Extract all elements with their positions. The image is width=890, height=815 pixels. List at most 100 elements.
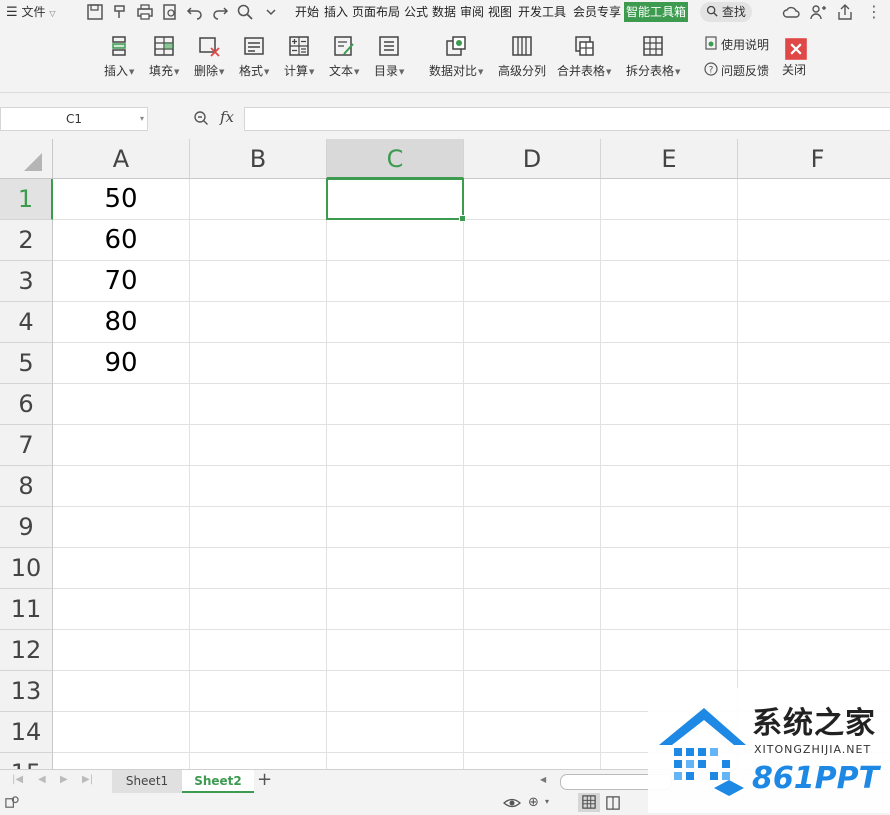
macro-record-icon[interactable] [4,795,19,814]
sheet-tab-sheet2[interactable]: Sheet2 [182,770,254,793]
active-cell-selection[interactable] [326,178,466,222]
column-header-f[interactable]: F [738,139,890,179]
cell-c4[interactable] [327,302,464,343]
cell-f7[interactable] [738,425,890,466]
chevron-down-icon[interactable]: ▾ [140,108,144,130]
cell-d7[interactable] [464,425,601,466]
column-header-a[interactable]: A [53,139,190,179]
print-preview-icon[interactable] [161,3,179,21]
fill-button[interactable]: 填充▼ [149,34,179,79]
page-layout-view-icon[interactable] [606,795,620,814]
insert-button[interactable]: 插入▼ [104,34,134,79]
cell-f9[interactable] [738,507,890,548]
delete-button[interactable]: 删除▼ [194,34,224,79]
cell-a12[interactable] [53,630,190,671]
more-options-icon[interactable]: ⋮ [866,0,882,24]
cell-f10[interactable] [738,548,890,589]
cell-a3[interactable]: 70 [53,261,190,302]
cell-e7[interactable] [601,425,738,466]
merge-table-button[interactable]: 合并表格▼ [557,34,611,79]
cell-d12[interactable] [464,630,601,671]
cell-e1[interactable] [601,179,738,220]
cell-f2[interactable] [738,220,890,261]
cell-c8[interactable] [327,466,464,507]
tab-data[interactable]: 数据 [432,2,456,22]
help-button[interactable]: 使用说明 [704,36,769,53]
cell-b10[interactable] [190,548,327,589]
cell-d9[interactable] [464,507,601,548]
cell-d13[interactable] [464,671,601,712]
cell-e4[interactable] [601,302,738,343]
cell-f12[interactable] [738,630,890,671]
row-header-9[interactable]: 9 [0,507,53,548]
feedback-button[interactable]: ? 问题反馈 [704,62,769,79]
cell-a1[interactable]: 50 [53,179,190,220]
cell-a10[interactable] [53,548,190,589]
cell-b1[interactable] [190,179,327,220]
chevron-down-icon[interactable]: ▾ [545,797,549,806]
cell-b4[interactable] [190,302,327,343]
sheet-tab-sheet1[interactable]: Sheet1 [112,770,182,793]
cell-f8[interactable] [738,466,890,507]
row-header-3[interactable]: 3 [0,261,53,302]
cell-d6[interactable] [464,384,601,425]
cell-c7[interactable] [327,425,464,466]
cell-a7[interactable] [53,425,190,466]
cell-d2[interactable] [464,220,601,261]
cell-e6[interactable] [601,384,738,425]
cell-d8[interactable] [464,466,601,507]
tab-page-layout[interactable]: 页面布局 [352,2,400,22]
print-icon[interactable] [136,3,154,21]
close-toolbox-button[interactable]: 关闭 [782,37,807,78]
locate-icon[interactable]: ⊕ [528,795,539,810]
name-box[interactable]: C1 ▾ [0,107,148,131]
tab-view[interactable]: 视图 [488,2,512,22]
row-header-4[interactable]: 4 [0,302,53,343]
cell-e2[interactable] [601,220,738,261]
row-header-12[interactable]: 12 [0,630,53,671]
cell-f4[interactable] [738,302,890,343]
calculate-button[interactable]: 计算▼ [284,34,314,79]
column-header-d[interactable]: D [464,139,601,179]
row-header-5[interactable]: 5 [0,343,53,384]
cell-d10[interactable] [464,548,601,589]
cell-e11[interactable] [601,589,738,630]
function-icon[interactable]: fx [220,108,234,126]
cell-c5[interactable] [327,343,464,384]
prev-sheet-icon[interactable]: ◀ [38,774,46,785]
spreadsheet-grid[interactable]: ABCDEF 123456789101112131415 5060708090 [0,139,890,769]
tab-insert[interactable]: 插入 [324,2,348,22]
first-sheet-icon[interactable]: |◀ [12,774,23,785]
cell-e8[interactable] [601,466,738,507]
scroll-left-icon[interactable]: ◀ [540,775,546,784]
search-box[interactable]: 查找 [700,2,752,22]
cell-a4[interactable]: 80 [53,302,190,343]
cell-d14[interactable] [464,712,601,753]
eye-protection-icon[interactable] [503,795,521,815]
save-icon[interactable] [86,3,104,21]
row-header-8[interactable]: 8 [0,466,53,507]
cell-a5[interactable]: 90 [53,343,190,384]
advanced-split-button[interactable]: 高级分列 [498,34,546,79]
cell-c6[interactable] [327,384,464,425]
cell-b12[interactable] [190,630,327,671]
cell-f5[interactable] [738,343,890,384]
cloud-icon[interactable] [782,3,800,21]
cell-b15[interactable] [190,753,327,769]
cell-f11[interactable] [738,589,890,630]
undo-icon[interactable] [186,3,204,21]
row-header-10[interactable]: 10 [0,548,53,589]
find-icon[interactable] [236,3,254,21]
cell-b11[interactable] [190,589,327,630]
row-header-2[interactable]: 2 [0,220,53,261]
zoom-search-icon[interactable] [193,110,209,130]
cell-a13[interactable] [53,671,190,712]
cell-a2[interactable]: 60 [53,220,190,261]
cell-b6[interactable] [190,384,327,425]
catalog-button[interactable]: 目录▼ [374,34,404,79]
cell-e9[interactable] [601,507,738,548]
add-sheet-button[interactable]: + [257,769,272,790]
cell-f1[interactable] [738,179,890,220]
tab-home[interactable]: 开始 [295,2,319,22]
cell-b2[interactable] [190,220,327,261]
